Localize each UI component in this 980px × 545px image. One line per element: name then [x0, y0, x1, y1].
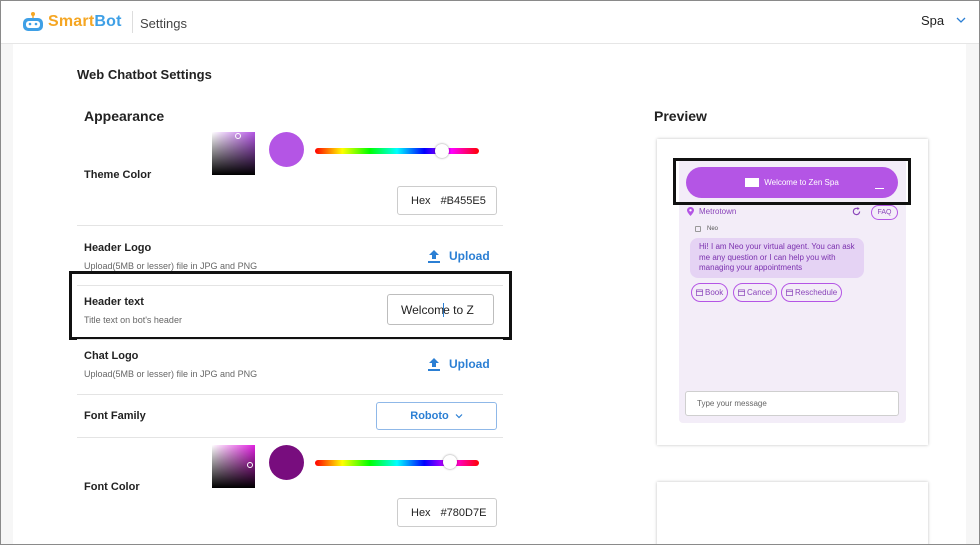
row-divider	[77, 225, 503, 226]
chat-logo-label: Chat Logo	[84, 350, 139, 362]
chevron-down-icon	[455, 414, 463, 419]
agent-avatar-icon	[695, 226, 701, 232]
upload-label: Upload	[449, 357, 490, 371]
font-hex-field[interactable]: Hex #780D7E	[397, 498, 497, 527]
preview-title: Preview	[654, 108, 707, 124]
theme-color-picker-handle[interactable]	[235, 133, 241, 139]
header-logo-upload-button[interactable]: Upload	[428, 249, 490, 263]
theme-hue-slider-handle[interactable]	[435, 144, 449, 158]
upload-icon	[428, 357, 440, 371]
upload-label: Upload	[449, 249, 490, 263]
preview-card-secondary	[657, 482, 928, 544]
calendar-icon	[696, 289, 703, 296]
upload-icon	[428, 249, 440, 263]
header-logo-label: Header Logo	[84, 242, 152, 254]
org-selector-label[interactable]: Spa	[921, 13, 944, 28]
theme-hue-slider[interactable]	[315, 148, 479, 154]
theme-hex-label: Hex	[411, 194, 431, 207]
theme-hex-field[interactable]: Hex #B455E5	[397, 186, 497, 215]
location-name: Metrotown	[699, 207, 737, 216]
agent-name: Neo	[707, 226, 719, 232]
font-color-swatch	[269, 445, 304, 480]
font-color-picker[interactable]	[212, 445, 255, 488]
font-family-label: Font Family	[84, 410, 146, 422]
chip-label: Reschedule	[795, 288, 838, 297]
header-logo-hint: Upload(5MB or lesser) file in JPG and PN…	[84, 261, 258, 271]
font-family-value: Roboto	[410, 410, 449, 422]
agent-message-bubble: Hi! I am Neo your virtual agent. You can…	[690, 238, 864, 278]
font-color-label: Font Color	[84, 481, 140, 493]
theme-color-swatch	[269, 132, 304, 167]
chat-logo-upload-button[interactable]: Upload	[428, 357, 490, 371]
highlight-box	[673, 158, 911, 205]
font-hex-label: Hex	[411, 506, 431, 519]
page-name: Settings	[140, 16, 187, 31]
row-divider	[77, 437, 503, 438]
brand-logo[interactable]: SmartBot	[21, 11, 122, 33]
theme-color-picker[interactable]	[212, 132, 255, 175]
message-input-placeholder: Type your message	[697, 399, 767, 408]
theme-color-label: Theme Color	[84, 169, 152, 181]
chip-cancel[interactable]: Cancel	[733, 283, 777, 302]
refresh-icon[interactable]	[852, 207, 861, 216]
robot-logo-icon	[23, 12, 43, 31]
message-input[interactable]: Type your message	[685, 391, 899, 416]
chat-logo-hint: Upload(5MB or lesser) file in JPG and PN…	[84, 369, 258, 379]
highlight-box	[69, 271, 512, 340]
chip-reschedule[interactable]: Reschedule	[781, 283, 843, 302]
calendar-icon	[738, 289, 745, 296]
location-pin-icon	[687, 207, 694, 216]
faq-button[interactable]: FAQ	[871, 205, 898, 220]
agent-row: Neo	[695, 226, 718, 232]
top-bar: SmartBot Settings Spa	[1, 1, 979, 44]
font-hue-slider-handle[interactable]	[443, 455, 457, 469]
app-window: SmartBot Settings Spa Web Chatbot Settin…	[0, 0, 980, 545]
theme-hex-value: #B455E5	[440, 194, 486, 207]
chip-label: Book	[705, 288, 724, 297]
top-divider	[132, 11, 133, 33]
font-hex-value: #780D7E	[440, 506, 487, 519]
brand-name: SmartBot	[48, 13, 122, 30]
row-divider	[77, 394, 503, 395]
calendar-icon	[786, 289, 793, 296]
appearance-title: Appearance	[84, 108, 165, 124]
chevron-down-icon[interactable]	[956, 15, 966, 25]
chip-label: Cancel	[747, 288, 772, 297]
row-divider	[77, 339, 503, 340]
font-color-picker-handle[interactable]	[247, 462, 253, 468]
location-row: Metrotown	[687, 207, 736, 216]
chip-book[interactable]: Book	[691, 283, 729, 302]
font-family-dropdown[interactable]: Roboto	[376, 402, 497, 430]
page-title: Web Chatbot Settings	[77, 67, 212, 82]
